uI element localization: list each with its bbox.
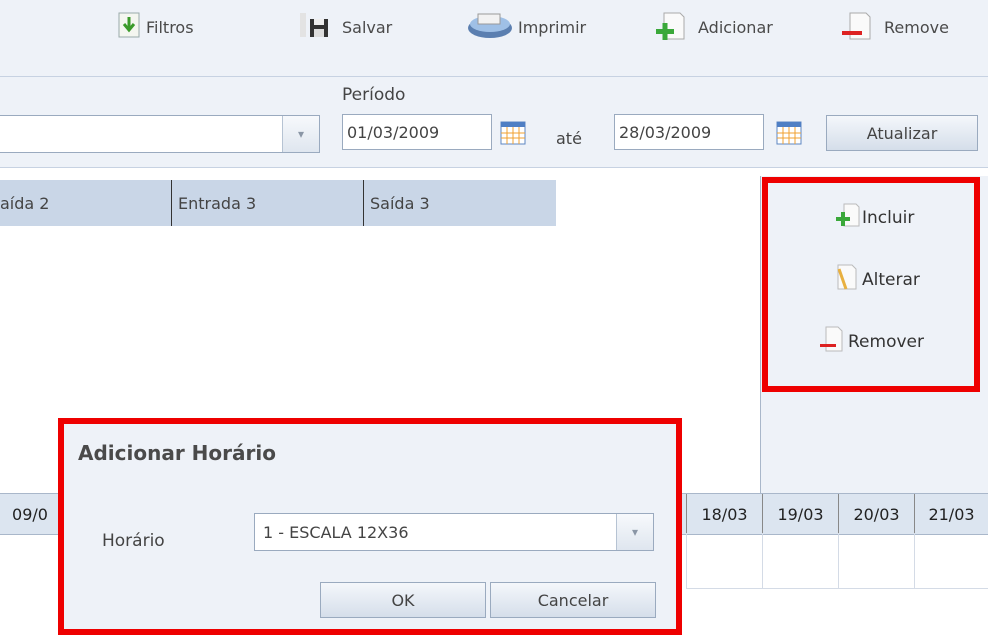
- column-header[interactable]: Saída 3: [364, 180, 556, 226]
- grid-header: aída 2 Entrada 3 Saída 3: [0, 180, 556, 226]
- filter-bar: ▾ Período 01/03/2009 até 28/03/2009 Atua…: [0, 77, 988, 168]
- adicionar-label: Adicionar: [698, 17, 773, 37]
- periodo-label: Período: [342, 85, 406, 105]
- date-to-input[interactable]: 28/03/2009: [614, 114, 764, 150]
- printer-icon: [466, 10, 516, 44]
- atualizar-button[interactable]: Atualizar: [826, 115, 978, 151]
- column-header[interactable]: Entrada 3: [172, 180, 364, 226]
- highlight-box: [58, 418, 682, 635]
- remover-link[interactable]: Remover: [818, 325, 924, 358]
- calendar-icon[interactable]: [776, 121, 802, 145]
- imprimir-button[interactable]: Imprimir: [466, 10, 586, 44]
- day-header[interactable]: 18/03: [686, 494, 762, 534]
- remove-icon: [840, 9, 872, 45]
- alterar-label: Alterar: [862, 269, 920, 290]
- chevron-down-icon[interactable]: ▾: [282, 116, 319, 152]
- salvar-label: Salvar: [342, 17, 393, 37]
- day-header[interactable]: 20/03: [838, 494, 914, 534]
- ate-label: até: [556, 129, 582, 148]
- imprimir-label: Imprimir: [518, 17, 587, 37]
- column-header[interactable]: aída 2: [0, 180, 172, 226]
- day-header[interactable]: 09/0: [0, 494, 60, 534]
- remover-label: Remover: [848, 331, 924, 352]
- date-from-input[interactable]: 01/03/2009: [342, 114, 492, 150]
- down-arrow-icon: [118, 12, 140, 42]
- grid-cell[interactable]: [914, 533, 988, 589]
- grid-cell[interactable]: [762, 533, 838, 589]
- add-icon: [654, 9, 686, 45]
- incluir-link[interactable]: Incluir: [836, 202, 914, 233]
- adicionar-button[interactable]: Adicionar: [654, 10, 773, 44]
- edit-icon: [836, 263, 858, 296]
- incluir-label: Incluir: [862, 207, 915, 228]
- salvar-button[interactable]: Salvar: [300, 10, 392, 44]
- toolbar: Filtros Salvar Imprimir Adicionar Remove: [0, 0, 988, 77]
- filter-select[interactable]: ▾: [0, 115, 320, 153]
- alterar-link[interactable]: Alterar: [836, 263, 920, 296]
- remove-button[interactable]: Remove: [840, 10, 949, 44]
- calendar-icon[interactable]: [500, 121, 526, 145]
- remove-icon: [818, 325, 844, 358]
- remove-label: Remove: [884, 17, 949, 37]
- filtros-button[interactable]: Filtros: [118, 10, 194, 44]
- day-header[interactable]: 19/03: [762, 494, 838, 534]
- grid-cell[interactable]: [686, 533, 762, 589]
- add-icon: [836, 202, 860, 233]
- day-header[interactable]: 21/03: [914, 494, 988, 534]
- save-icon: [300, 11, 336, 43]
- filtros-label: Filtros: [146, 17, 194, 37]
- grid-cell[interactable]: [838, 533, 914, 589]
